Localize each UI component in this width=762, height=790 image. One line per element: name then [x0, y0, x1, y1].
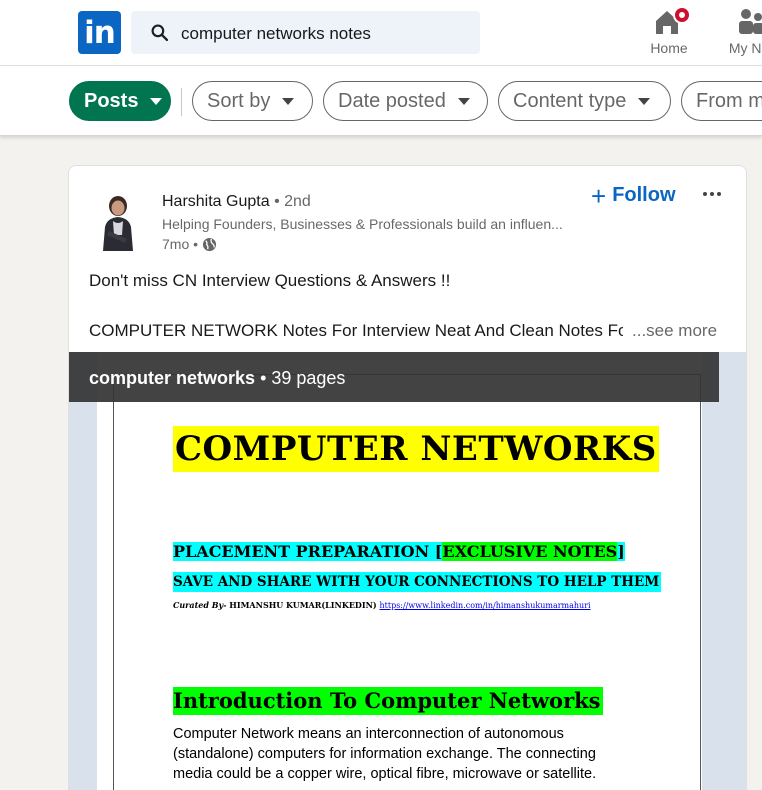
see-more-button[interactable]: ...see more	[632, 321, 717, 341]
doc-subtitle-part: ]	[617, 542, 625, 561]
doc-title: COMPUTER NETWORKS	[173, 426, 659, 472]
search-input[interactable]: computer networks notes	[131, 11, 480, 54]
author-headline: Helping Founders, Businesses & Professio…	[162, 216, 563, 232]
search-filter-bar: Posts Sort by Date posted Content type F…	[0, 66, 762, 136]
linkedin-logo[interactable]: in	[78, 11, 121, 54]
nav-home-label: Home	[650, 40, 688, 56]
curated-label: Curated By-	[173, 600, 227, 610]
nav-home[interactable]: Home	[627, 6, 711, 56]
network-icon	[734, 6, 762, 36]
nav-my-network-label: My Net	[728, 40, 762, 56]
curated-name: HIMANSHU KUMAR(LINKEDIN)	[226, 600, 380, 610]
post-card: Harshita Gupta • 2nd Helping Founders, B…	[68, 165, 747, 790]
follow-button[interactable]: + Follow	[591, 180, 676, 211]
filter-sort-by-button[interactable]: Sort by	[192, 81, 313, 121]
doc-curated-by: Curated By- HIMANSHU KUMAR(LINKEDIN) htt…	[173, 600, 591, 610]
post-author[interactable]: Harshita Gupta • 2nd	[162, 193, 311, 211]
document-header: computer networks • 39 pages	[69, 352, 719, 402]
curated-link[interactable]: https://www.linkedin.com/in/himanshukuma…	[379, 601, 590, 610]
doc-subtitle-highlight: EXCLUSIVE NOTES	[442, 542, 618, 561]
doc-subtitle: PLACEMENT PREPARATION [EXCLUSIVE NOTES]	[173, 541, 625, 563]
caret-down-icon	[457, 97, 470, 105]
filter-date-posted-label: Date posted	[338, 89, 446, 112]
filter-sort-by-label: Sort by	[207, 89, 271, 112]
avatar[interactable]	[95, 191, 141, 251]
home-icon	[652, 6, 691, 36]
doc-subtitle-part: PLACEMENT PREPARATION [	[173, 542, 443, 561]
filter-posts-label: Posts	[84, 89, 139, 112]
filter-from-button[interactable]: From m	[681, 81, 762, 121]
filter-content-type-button[interactable]: Content type	[498, 81, 671, 121]
doc-section-heading: Introduction To Computer Networks	[173, 687, 603, 715]
filter-from-label: From m	[696, 89, 762, 112]
search-icon	[151, 24, 168, 41]
caret-down-icon	[638, 97, 651, 105]
caret-down-icon	[282, 97, 295, 105]
post-text-line: COMPUTER NETWORK Notes For Interview Nea…	[89, 321, 623, 340]
top-nav: in computer networks notes Home My Net	[0, 0, 762, 66]
more-options-icon[interactable]	[702, 184, 722, 204]
caret-down-icon	[150, 97, 163, 105]
filter-divider	[181, 88, 182, 116]
doc-share-line: SAVE AND SHARE WITH YOUR CONNECTIONS TO …	[173, 572, 662, 592]
filter-date-posted-button[interactable]: Date posted	[323, 81, 488, 121]
document-name: computer networks	[89, 368, 256, 388]
post-text-line: Don't miss CN Interview Questions & Answ…	[89, 271, 451, 290]
filter-content-type-label: Content type	[513, 89, 627, 112]
plus-icon: +	[591, 180, 607, 211]
document-page-count: • 39 pages	[260, 368, 346, 388]
filter-posts-button[interactable]: Posts	[69, 81, 171, 121]
post-time-text: 7mo •	[162, 236, 199, 252]
document-preview[interactable]: COMPUTER NETWORKS PLACEMENT PREPARATION …	[69, 352, 746, 790]
globe-icon	[202, 237, 217, 251]
nav-my-network[interactable]: My Net	[706, 6, 762, 56]
follow-label: Follow	[612, 184, 676, 206]
search-query-text: computer networks notes	[181, 24, 371, 43]
connection-degree: • 2nd	[274, 193, 311, 210]
author-name[interactable]: Harshita Gupta	[162, 193, 270, 210]
notification-badge	[673, 6, 691, 24]
post-timestamp: 7mo •	[162, 236, 217, 252]
doc-body-text: Computer Network means an interconnectio…	[173, 726, 597, 782]
